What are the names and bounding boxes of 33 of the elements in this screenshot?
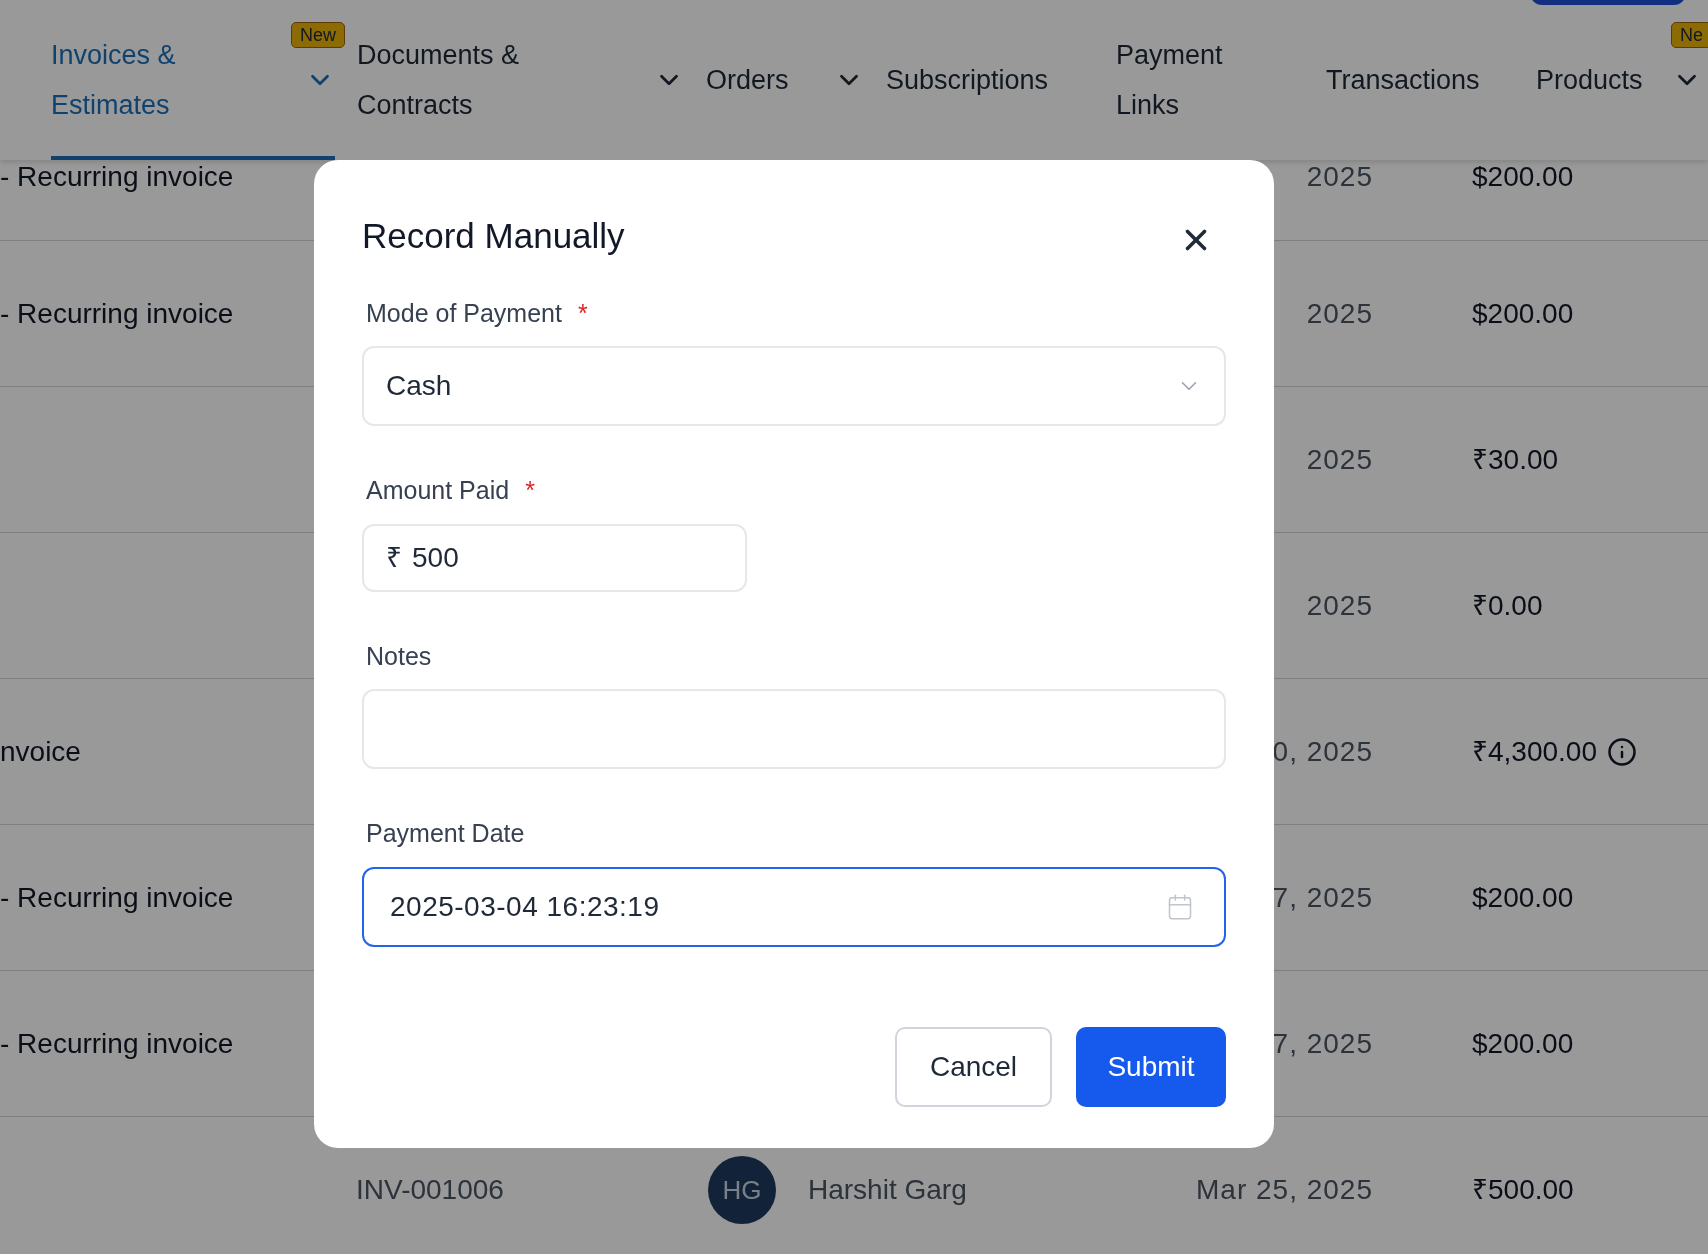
avatar: HG (708, 1155, 776, 1224)
table-cell: 0, 2025 (1272, 734, 1373, 769)
field-label: Notes (366, 640, 432, 672)
table-cell: $200.00 (1472, 296, 1574, 331)
table-cell: 7, 2025 (1272, 880, 1373, 915)
table-cell: 2025 (1306, 160, 1373, 194)
table-cell: - Recurring invoice (0, 161, 234, 192)
table-cell: $200.00 (1472, 880, 1574, 915)
table-cell: - Recurring invoice (0, 1027, 234, 1059)
table-cell: - Recurring invoice (0, 881, 234, 913)
table-cell: 2025 (1306, 442, 1373, 477)
table-cell: ₹500.00 (1472, 1172, 1574, 1207)
table-cell: $200.00 (1472, 1026, 1574, 1061)
table-cell: Harshit Garg (808, 1172, 967, 1207)
required-asterisk: * (525, 475, 535, 506)
table-cell: ₹30.00 (1472, 442, 1559, 477)
table-cell: 2025 (1306, 296, 1373, 331)
new-badge: Ne (1671, 22, 1708, 48)
table-cell: $200.00 (1472, 160, 1574, 194)
table-cell: ₹0.00 (1472, 588, 1543, 623)
table-cell: ₹4,300.00 (1472, 734, 1597, 769)
field-label: Mode of Payment (366, 297, 562, 329)
required-asterisk: * (577, 297, 588, 329)
table-cell: INV-001006 (356, 1173, 504, 1205)
table-cell: Mar 25, 2025 (1196, 1172, 1373, 1207)
new-badge: New (291, 22, 345, 48)
dialog-title: Record Manually (362, 215, 625, 257)
field-label: Payment Date (366, 818, 525, 849)
table-cell: nvoice (0, 735, 81, 767)
field-label: Amount Paid (366, 475, 510, 506)
table-cell: 2025 (1306, 588, 1373, 623)
table-cell: 7, 2025 (1272, 1026, 1373, 1061)
table-cell: - Recurring invoice (0, 297, 234, 329)
